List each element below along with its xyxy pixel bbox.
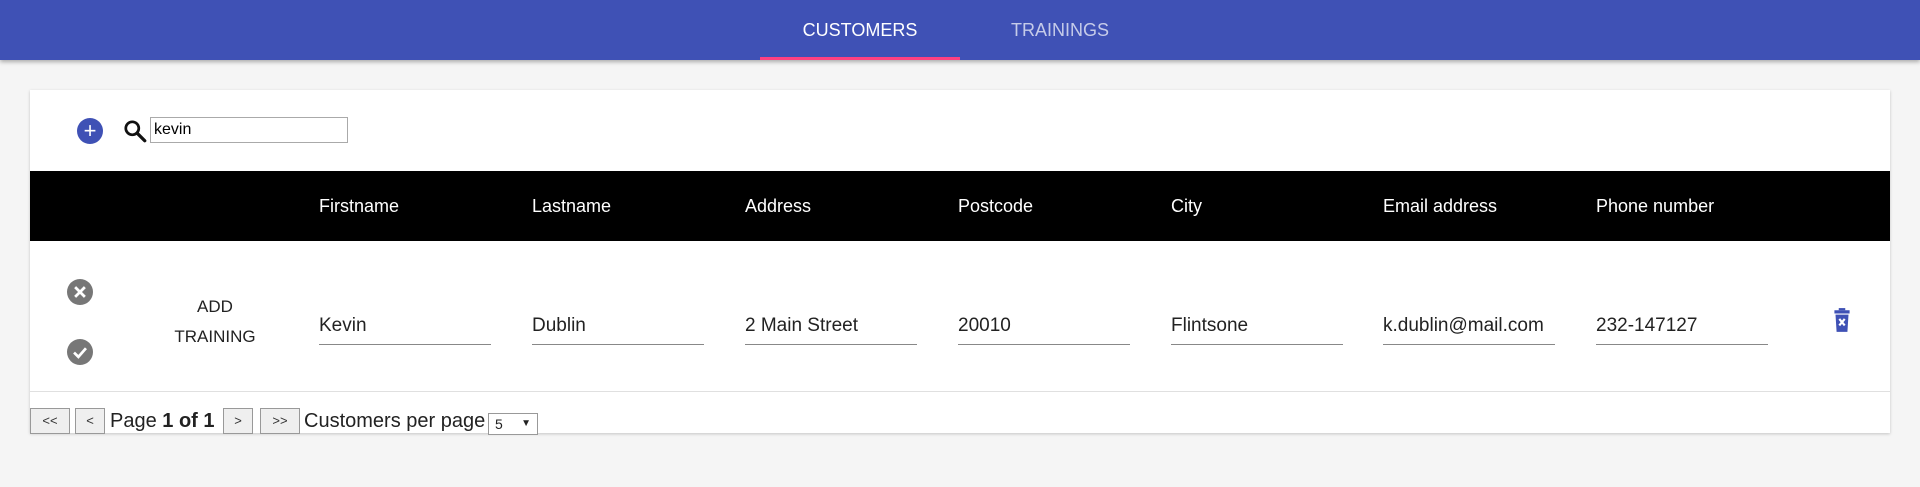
tab-trainings[interactable]: TRAININGS bbox=[960, 0, 1160, 60]
add-training-label-line1: ADD bbox=[197, 297, 233, 316]
column-header-lastname[interactable]: Lastname bbox=[532, 171, 611, 241]
delete-icon[interactable] bbox=[1829, 307, 1855, 333]
lastname-field[interactable] bbox=[532, 307, 704, 345]
per-page-label: Customers per page bbox=[304, 410, 486, 432]
column-header-address[interactable]: Address bbox=[745, 171, 811, 241]
add-training-label-line2: TRAINING bbox=[174, 327, 256, 346]
last-page-button[interactable]: >> bbox=[260, 408, 300, 434]
prev-page-button[interactable]: < bbox=[75, 408, 105, 434]
cancel-icon[interactable] bbox=[67, 279, 93, 305]
page-prefix: Page bbox=[110, 410, 157, 432]
check-icon[interactable] bbox=[67, 339, 93, 365]
per-page-value: 5 bbox=[495, 416, 503, 432]
per-page-select[interactable]: 5 ▼ bbox=[488, 413, 538, 435]
table-header: Firstname Lastname Address Postcode City… bbox=[30, 171, 1890, 241]
page-indicator: Page 1 of 1 bbox=[110, 408, 215, 434]
page-current: 1 of 1 bbox=[162, 410, 215, 432]
next-page-button[interactable]: > bbox=[223, 408, 253, 434]
column-header-email[interactable]: Email address bbox=[1383, 171, 1497, 241]
table-row: ADD TRAINING bbox=[30, 241, 1890, 392]
search-icon bbox=[124, 120, 147, 143]
search-input[interactable] bbox=[150, 117, 348, 143]
add-customer-button[interactable]: + bbox=[77, 118, 103, 144]
phone-field[interactable] bbox=[1596, 307, 1768, 345]
tab-customers[interactable]: CUSTOMERS bbox=[760, 0, 960, 60]
tab-indicator bbox=[760, 57, 960, 60]
column-header-city[interactable]: City bbox=[1171, 171, 1202, 241]
app-bar: CUSTOMERS TRAININGS bbox=[0, 0, 1920, 60]
email-field[interactable] bbox=[1383, 307, 1555, 345]
address-field[interactable] bbox=[745, 307, 917, 345]
firstname-field[interactable] bbox=[319, 307, 491, 345]
column-header-postcode[interactable]: Postcode bbox=[958, 171, 1033, 241]
dropdown-arrow-icon: ▼ bbox=[521, 418, 531, 429]
column-header-firstname[interactable]: Firstname bbox=[319, 171, 399, 241]
first-page-button[interactable]: << bbox=[30, 408, 70, 434]
add-circle-icon: + bbox=[83, 118, 97, 143]
city-field[interactable] bbox=[1171, 307, 1343, 345]
customers-card: + Firstname Lastname Address Postcode Ci… bbox=[30, 90, 1890, 435]
postcode-field[interactable] bbox=[958, 307, 1130, 345]
add-training-button[interactable]: ADD TRAINING bbox=[160, 292, 270, 352]
column-header-phone[interactable]: Phone number bbox=[1596, 171, 1714, 241]
